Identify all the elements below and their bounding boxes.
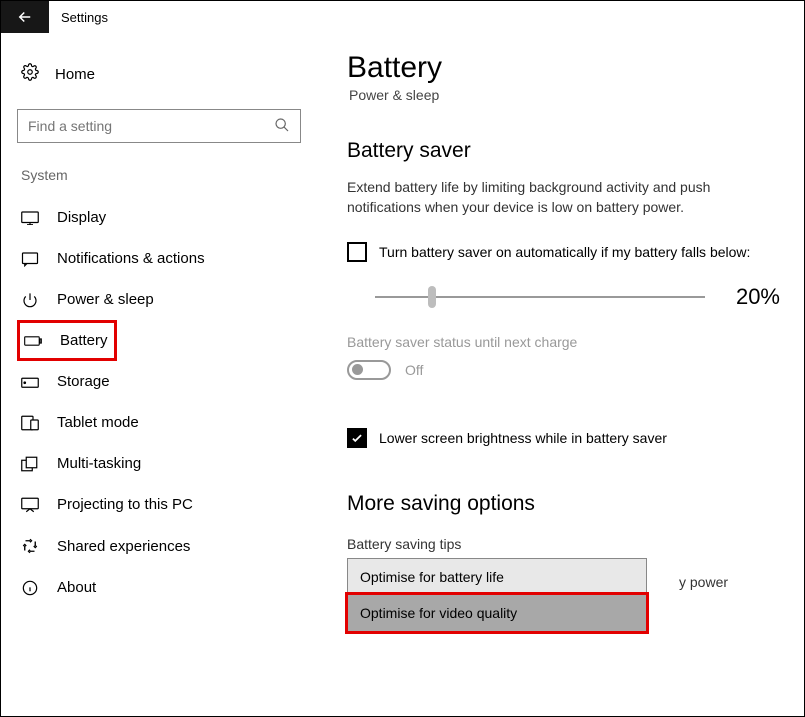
display-icon (21, 211, 39, 225)
section-more-saving-title: More saving options (347, 492, 780, 516)
battery-threshold-slider[interactable] (375, 296, 705, 298)
video-optimise-dropdown[interactable]: Optimise for battery life Optimise for v… (347, 558, 647, 632)
sidebar-item-label: Shared experiences (57, 538, 190, 555)
auto-battery-saver-checkbox[interactable] (347, 242, 367, 262)
battery-saver-toggle-state: Off (405, 362, 423, 378)
sidebar-category: System (21, 167, 321, 183)
sidebar-item-label: Display (57, 209, 106, 226)
slider-thumb[interactable] (428, 286, 436, 308)
lower-brightness-label: Lower screen brightness while in battery… (379, 430, 667, 446)
search-input[interactable] (17, 109, 301, 143)
content-pane: Battery Power & sleep Battery saver Exte… (321, 33, 804, 716)
sidebar-item-label: Multi-tasking (57, 455, 141, 472)
tablet-icon (21, 415, 39, 431)
sidebar-item-display[interactable]: Display (17, 197, 277, 238)
search-icon (274, 117, 290, 136)
battery-icon (24, 335, 42, 347)
sidebar-item-shared-experiences[interactable]: Shared experiences (17, 525, 277, 567)
battery-saver-description: Extend battery life by limiting backgrou… (347, 177, 767, 218)
obscured-text: y power (679, 574, 728, 590)
lower-brightness-checkbox[interactable] (347, 428, 367, 448)
battery-saving-tips-link[interactable]: Battery saving tips (347, 536, 780, 552)
sidebar-item-label: Storage (57, 373, 110, 390)
arrow-left-icon (16, 8, 34, 26)
auto-battery-saver-label: Turn battery saver on automatically if m… (379, 244, 750, 260)
power-icon (21, 292, 39, 308)
battery-threshold-value: 20% (736, 284, 780, 310)
storage-icon (21, 375, 39, 389)
nav-home[interactable]: Home (17, 53, 321, 95)
sidebar-item-label: Notifications & actions (57, 250, 205, 267)
shared-icon (21, 537, 39, 555)
sidebar-item-storage[interactable]: Storage (17, 361, 277, 402)
sidebar: Home System Display Notifications & acti… (1, 33, 321, 716)
nav-home-label: Home (55, 66, 95, 83)
notifications-icon (21, 251, 39, 267)
battery-saver-toggle[interactable] (347, 360, 391, 380)
breadcrumb: Power & sleep (349, 87, 780, 103)
check-icon (350, 431, 364, 445)
search-field[interactable] (28, 118, 274, 134)
sidebar-item-label: Battery (60, 332, 108, 349)
toggle-knob (352, 364, 363, 375)
sidebar-item-notifications[interactable]: Notifications & actions (17, 238, 277, 279)
sidebar-item-projecting[interactable]: Projecting to this PC (17, 484, 277, 525)
dropdown-option-video-quality[interactable]: Optimise for video quality (345, 592, 649, 634)
back-button[interactable] (1, 1, 49, 33)
sidebar-item-label: Tablet mode (57, 414, 139, 431)
window-title: Settings (61, 10, 108, 25)
projecting-icon (21, 497, 39, 513)
sidebar-item-label: Power & sleep (57, 291, 154, 308)
sidebar-item-battery[interactable]: Battery (17, 320, 117, 361)
sidebar-item-multitasking[interactable]: Multi-tasking (17, 443, 277, 484)
sidebar-item-about[interactable]: About (17, 567, 277, 608)
sidebar-item-tablet-mode[interactable]: Tablet mode (17, 402, 277, 443)
sidebar-item-power-sleep[interactable]: Power & sleep (17, 279, 277, 320)
info-icon (21, 580, 39, 596)
dropdown-option-battery-life[interactable]: Optimise for battery life (348, 559, 646, 595)
page-title: Battery (347, 51, 780, 85)
sidebar-item-label: About (57, 579, 96, 596)
section-battery-saver-title: Battery saver (347, 139, 780, 163)
sidebar-item-label: Projecting to this PC (57, 496, 193, 513)
status-until-charge-label: Battery saver status until next charge (347, 334, 780, 350)
multitasking-icon (21, 456, 39, 472)
gear-icon (21, 63, 39, 85)
